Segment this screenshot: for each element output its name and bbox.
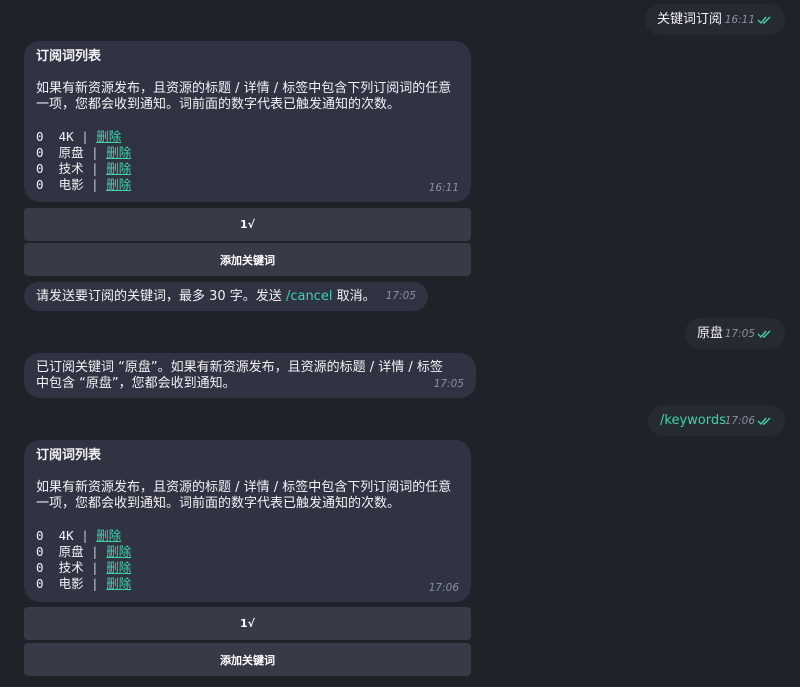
keyword-row: 0 原盘 | 删除 <box>36 145 132 160</box>
list-title: 订阅词列表 <box>36 448 102 463</box>
outgoing-message-keywords-command: /keywords 17:06 <box>648 405 785 436</box>
delete-link-dianying[interactable]: 删除 <box>106 177 131 192</box>
keyword-list: 0 4K | 删除 0 原盘 | 删除 0 技术 | 删除 0 电影 | 删除 <box>36 528 459 592</box>
delete-link-jishu[interactable]: 删除 <box>106 560 131 575</box>
message-time: 17:05 <box>433 378 464 390</box>
add-keyword-button[interactable]: 添加关键词 <box>24 643 471 676</box>
keywords-command-link[interactable]: /keywords <box>660 413 726 429</box>
message-meta: 17:05 <box>725 326 773 342</box>
delete-link-jishu[interactable]: 删除 <box>106 161 131 176</box>
delete-link-dianying[interactable]: 删除 <box>106 576 131 591</box>
keyword-row: 0 电影 | 删除 <box>36 576 132 591</box>
message-time: 17:05 <box>724 327 755 340</box>
delete-link-yuanpan[interactable]: 删除 <box>106 145 131 160</box>
message-time: 16:11 <box>428 182 459 194</box>
page-button[interactable]: 1√ <box>24 607 471 640</box>
confirmation-message: 已订阅关键词 “原盘”。如果有新资源发布，且资源的标题 / 详情 / 标签 中包… <box>24 353 476 398</box>
keyword-row: 0 电影 | 删除 <box>36 177 132 192</box>
keyword-row: 0 技术 | 删除 <box>36 161 132 176</box>
keyword-row: 0 技术 | 删除 <box>36 560 132 575</box>
list-description: 如果有新资源发布，且资源的标题 / 详情 / 标签中包含下列订阅词的任意一项，您… <box>36 81 452 112</box>
cancel-command-link[interactable]: /cancel <box>286 289 333 304</box>
delete-link-4k[interactable]: 删除 <box>96 528 121 543</box>
prompt-text: 请发送要订阅的关键词，最多 30 字。发送 /cancel 取消。 <box>36 289 376 304</box>
double-check-icon <box>757 330 771 338</box>
page-button[interactable]: 1√ <box>24 208 471 241</box>
message-text: 原盘 <box>697 325 724 341</box>
keyword-row: 0 4K | 删除 <box>36 129 122 144</box>
keyword-list-message: 订阅词列表 如果有新资源发布，且资源的标题 / 详情 / 标签中包含下列订阅词的… <box>24 41 471 202</box>
double-check-icon <box>757 16 771 24</box>
message-time: 17:05 <box>385 290 416 302</box>
add-keyword-button[interactable]: 添加关键词 <box>24 243 471 276</box>
keyword-list: 0 4K | 删除 0 原盘 | 删除 0 技术 | 删除 0 电影 | 删除 <box>36 129 459 193</box>
message-text: 关键词订阅 <box>657 11 723 27</box>
list-description: 如果有新资源发布，且资源的标题 / 详情 / 标签中包含下列订阅词的任意一项，您… <box>36 480 452 511</box>
outgoing-message-keyword: 原盘 17:05 <box>685 318 785 349</box>
double-check-icon <box>757 417 771 425</box>
confirmation-line-1: 已订阅关键词 “原盘”。如果有新资源发布，且资源的标题 / 详情 / 标签 <box>36 360 443 375</box>
keyword-row: 0 原盘 | 删除 <box>36 544 132 559</box>
delete-link-4k[interactable]: 删除 <box>96 129 121 144</box>
prompt-message: 请发送要订阅的关键词，最多 30 字。发送 /cancel 取消。 17:05 <box>24 282 428 311</box>
keyword-list-message: 订阅词列表 如果有新资源发布，且资源的标题 / 详情 / 标签中包含下列订阅词的… <box>24 440 471 602</box>
message-time: 17:06 <box>428 582 459 594</box>
message-time: 16:11 <box>724 13 755 26</box>
outgoing-message-subscribe: 关键词订阅 16:11 <box>645 4 785 35</box>
message-meta: 16:11 <box>725 12 773 28</box>
message-time: 17:06 <box>724 414 755 427</box>
confirmation-line-2: 中包含 “原盘”，您都会收到通知。 <box>36 376 236 391</box>
list-title: 订阅词列表 <box>36 49 102 64</box>
keyword-row: 0 4K | 删除 <box>36 528 122 543</box>
message-meta: 17:06 <box>725 413 773 429</box>
delete-link-yuanpan[interactable]: 删除 <box>106 544 131 559</box>
